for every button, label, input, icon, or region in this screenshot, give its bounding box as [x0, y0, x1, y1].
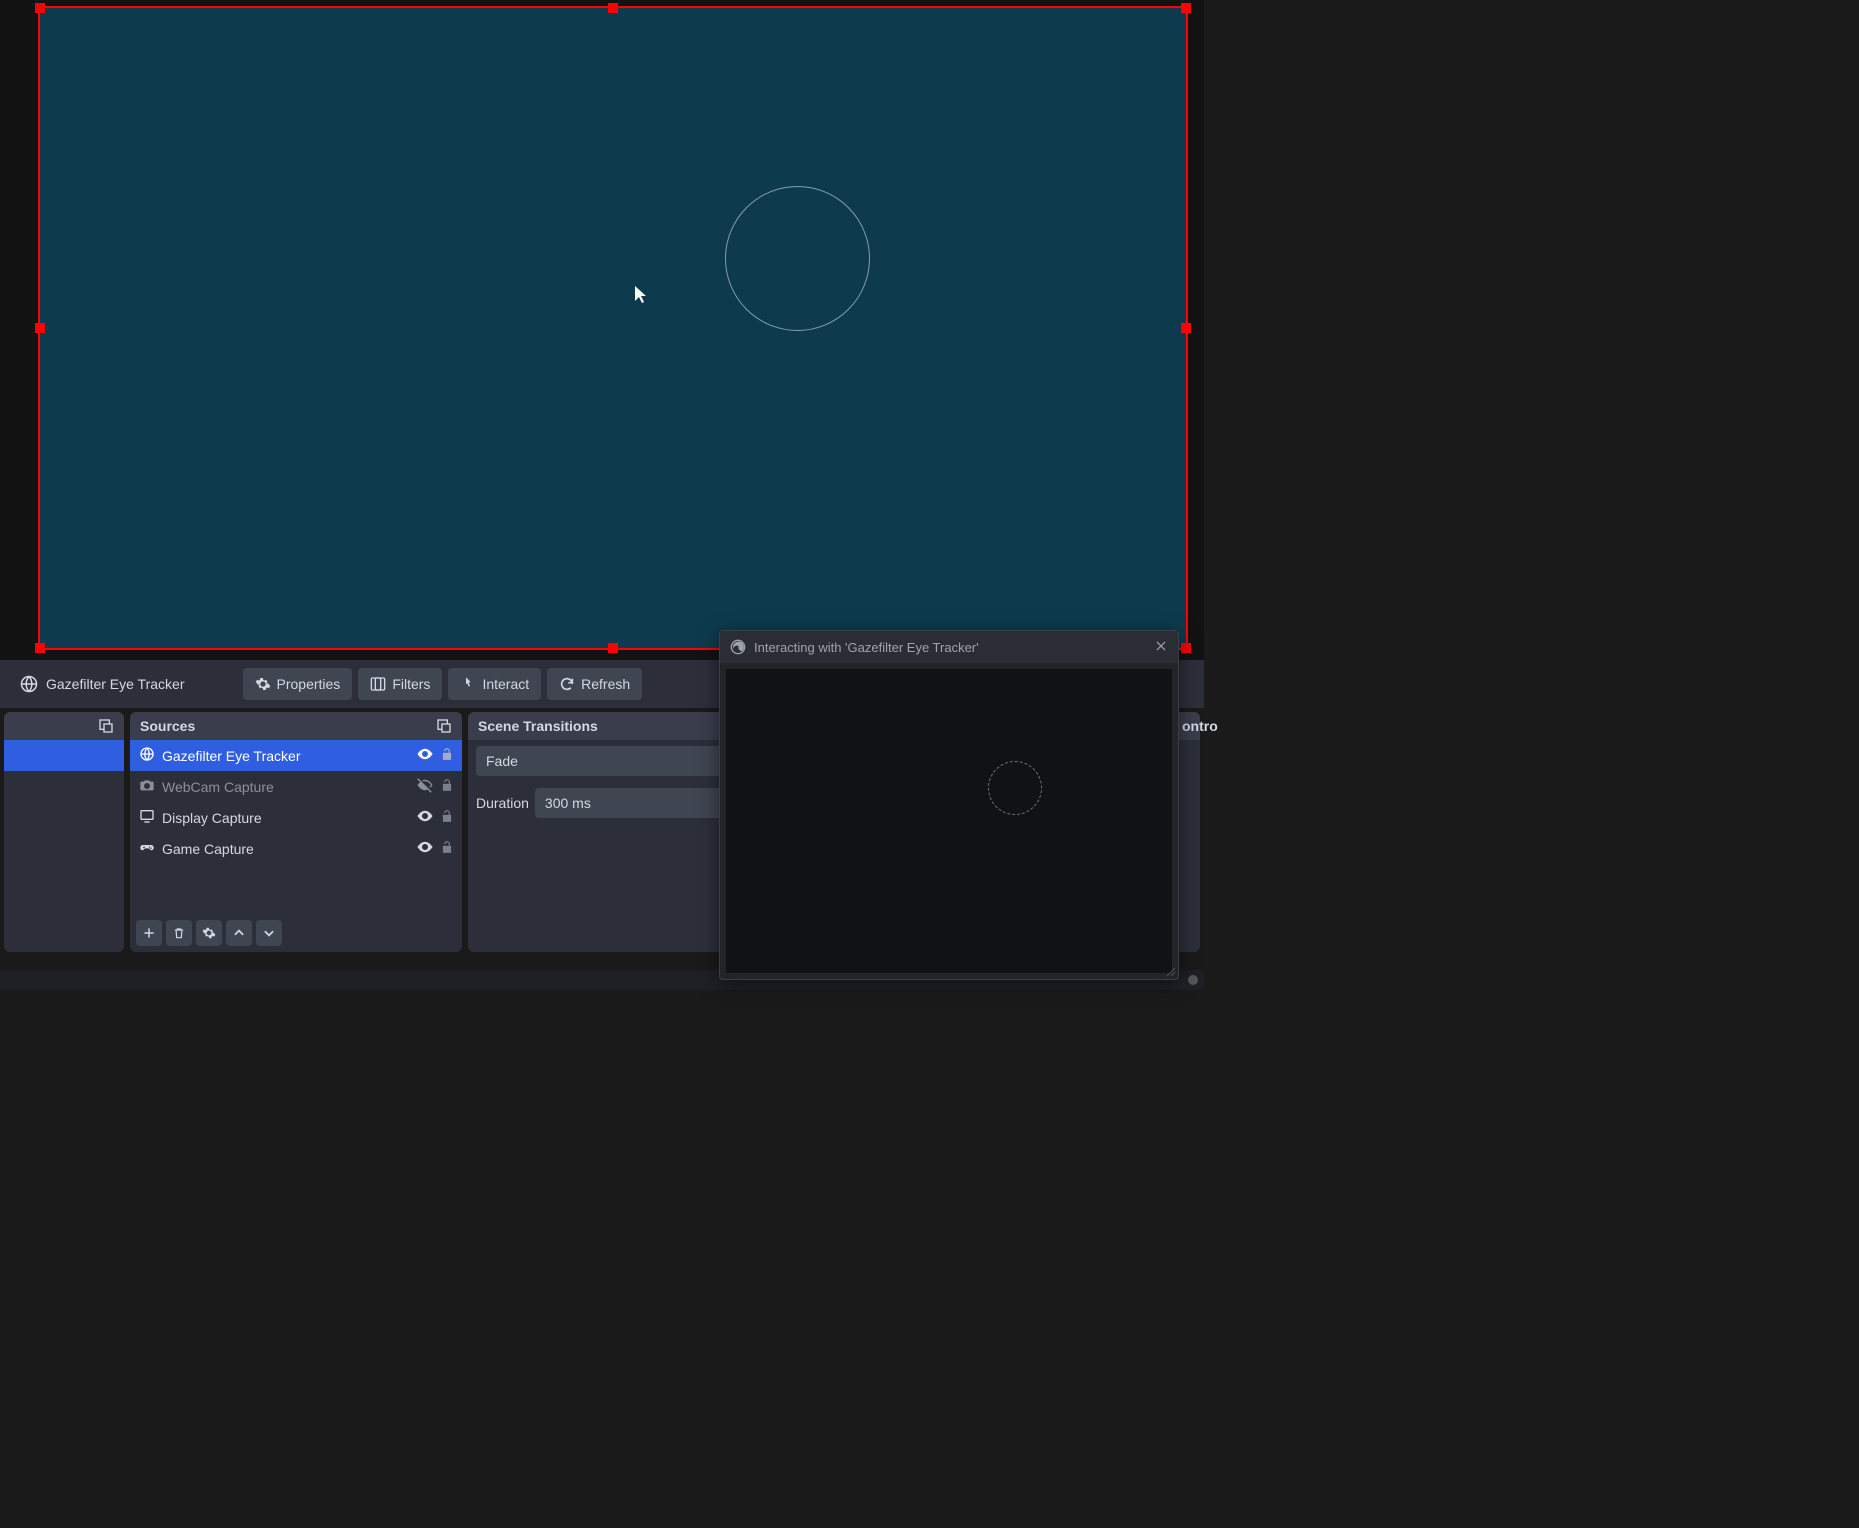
scene-transitions-title: Scene Transitions [478, 718, 598, 734]
filters-button-label: Filters [392, 676, 430, 692]
gamepad-icon [138, 839, 156, 858]
selection-handle-bottom-mid[interactable] [608, 643, 618, 653]
scenes-panel [4, 712, 124, 952]
selection-handle-bottom-right[interactable] [1181, 643, 1191, 653]
refresh-button-label: Refresh [581, 676, 630, 692]
remove-source-button[interactable] [166, 920, 192, 946]
source-item-gazefilter[interactable]: Gazefilter Eye Tracker [130, 740, 462, 771]
interact-button-label: Interact [482, 676, 529, 692]
source-label: Display Capture [162, 810, 410, 826]
selection-handle-top-left[interactable] [35, 3, 45, 13]
trash-icon [172, 926, 186, 940]
duration-label: Duration [476, 795, 529, 811]
refresh-button[interactable]: Refresh [547, 668, 642, 700]
sources-panel: Sources Gazefilter Eye Tracker WebCam Ca… [130, 712, 462, 952]
popout-icon[interactable] [98, 718, 114, 734]
source-item-webcam[interactable]: WebCam Capture [130, 771, 462, 802]
selection-handle-top-mid[interactable] [608, 3, 618, 13]
globe-icon [20, 675, 38, 693]
eye-icon[interactable] [416, 838, 434, 859]
properties-button-label: Properties [277, 676, 341, 692]
resize-grip-icon[interactable] [1164, 965, 1176, 977]
camera-icon [138, 777, 156, 796]
plus-icon [142, 926, 156, 940]
sources-panel-header: Sources [130, 712, 462, 740]
source-item-game[interactable]: Game Capture [130, 833, 462, 864]
preview-canvas[interactable] [38, 6, 1188, 650]
properties-button[interactable]: Properties [243, 668, 353, 700]
unlock-icon[interactable] [440, 809, 454, 826]
sources-list[interactable]: Gazefilter Eye Tracker WebCam Capture Di… [130, 740, 462, 914]
close-icon[interactable] [1154, 639, 1168, 656]
scene-item[interactable] [4, 740, 124, 771]
interact-window-content[interactable] [726, 669, 1172, 973]
refresh-icon [559, 676, 575, 692]
chevron-down-icon [262, 926, 276, 940]
unlock-icon[interactable] [440, 747, 454, 764]
filters-button[interactable]: Filters [358, 668, 442, 700]
scenes-panel-header [4, 712, 124, 740]
source-label: Gazefilter Eye Tracker [162, 748, 410, 764]
interact-icon [460, 676, 476, 692]
status-indicator-icon [1188, 975, 1198, 985]
eye-off-icon[interactable] [416, 776, 434, 797]
current-source-label: Gazefilter Eye Tracker [46, 676, 185, 692]
interact-window-title: Interacting with 'Gazefilter Eye Tracker… [754, 640, 1146, 655]
gear-icon [255, 676, 271, 692]
current-source-indicator: Gazefilter Eye Tracker [10, 669, 195, 699]
obs-logo-icon [730, 639, 746, 655]
preview-container[interactable] [0, 0, 1204, 660]
filters-icon [370, 676, 386, 692]
selection-handle-mid-right[interactable] [1181, 323, 1191, 333]
unlock-icon[interactable] [440, 840, 454, 857]
selection-handle-top-right[interactable] [1181, 3, 1191, 13]
scenes-panel-body[interactable] [4, 740, 124, 952]
interact-window[interactable]: Interacting with 'Gazefilter Eye Tracker… [719, 630, 1179, 980]
unlock-icon[interactable] [440, 778, 454, 795]
gear-icon [202, 926, 216, 940]
interact-window-titlebar[interactable]: Interacting with 'Gazefilter Eye Tracker… [720, 631, 1178, 663]
source-item-display[interactable]: Display Capture [130, 802, 462, 833]
controls-panel-title-fragment: ontro [1182, 718, 1218, 734]
gaze-indicator-circle [725, 186, 870, 331]
transition-selected-label: Fade [486, 753, 518, 769]
interact-button[interactable]: Interact [448, 668, 541, 700]
sources-panel-footer [130, 914, 462, 952]
move-source-up-button[interactable] [226, 920, 252, 946]
cursor-icon [635, 286, 649, 304]
monitor-icon [138, 808, 156, 827]
sources-panel-title: Sources [140, 718, 195, 734]
chevron-up-icon [232, 926, 246, 940]
gaze-indicator-circle-small [988, 761, 1042, 815]
globe-icon [138, 746, 156, 765]
move-source-down-button[interactable] [256, 920, 282, 946]
source-label: Game Capture [162, 841, 410, 857]
selection-handle-bottom-left[interactable] [35, 643, 45, 653]
eye-icon[interactable] [416, 745, 434, 766]
source-label: WebCam Capture [162, 779, 410, 795]
popout-icon[interactable] [436, 718, 452, 734]
selection-handle-mid-left[interactable] [35, 323, 45, 333]
eye-icon[interactable] [416, 807, 434, 828]
source-properties-button[interactable] [196, 920, 222, 946]
add-source-button[interactable] [136, 920, 162, 946]
